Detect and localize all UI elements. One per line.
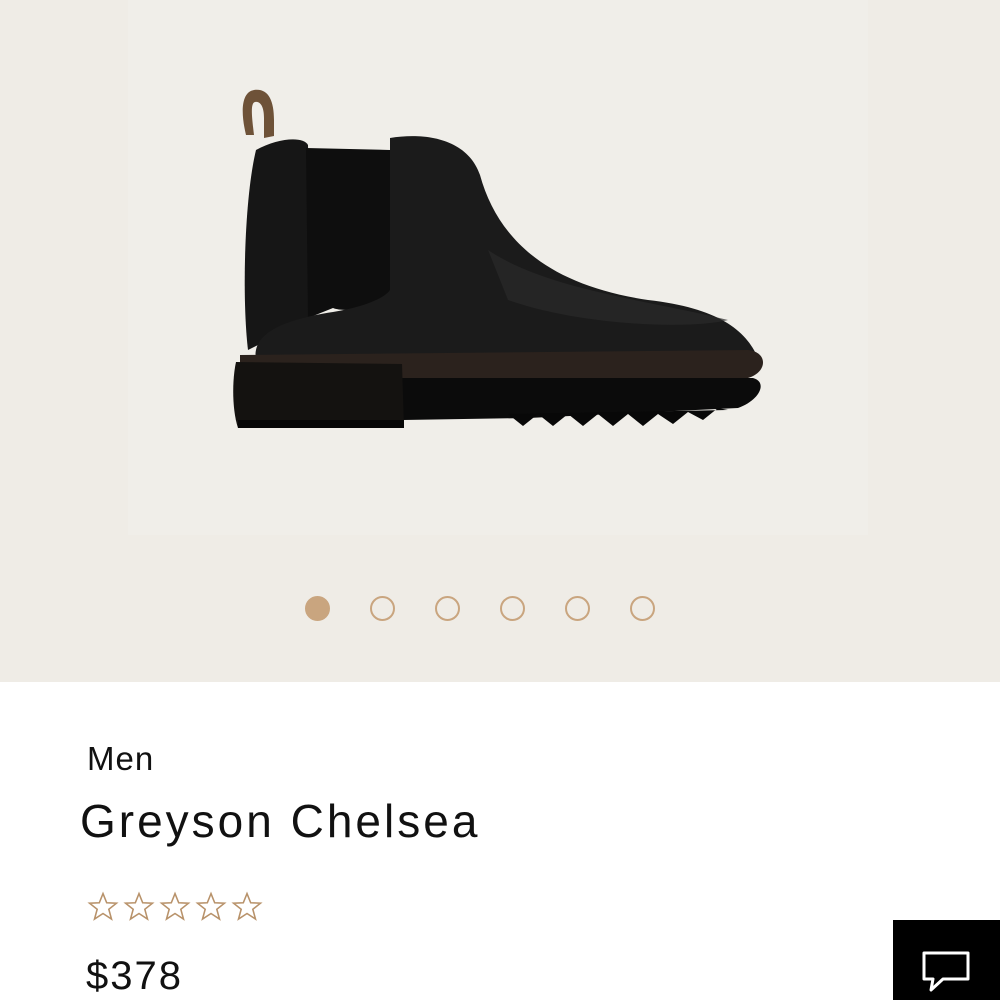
chat-button[interactable] — [893, 920, 1000, 1000]
gallery-dot-4[interactable] — [500, 596, 525, 621]
gallery-pagination — [0, 594, 1000, 626]
gallery-dot-2[interactable] — [370, 596, 395, 621]
boot-illustration — [233, 89, 763, 428]
star-outline-icon — [195, 891, 227, 921]
product-info: Men Greyson Chelsea $378 — [0, 682, 1000, 1000]
product-image[interactable] — [128, 0, 868, 535]
gallery-dot-3[interactable] — [435, 596, 460, 621]
gallery-dot-1[interactable] — [305, 596, 330, 621]
product-title: Greyson Chelsea — [80, 795, 481, 847]
star-outline-icon — [123, 891, 155, 921]
gallery-dot-5[interactable] — [565, 596, 590, 621]
product-price: $378 — [86, 954, 183, 998]
star-outline-icon — [159, 891, 191, 921]
product-category[interactable]: Men — [87, 740, 154, 778]
rating-stars[interactable] — [86, 890, 264, 930]
gallery-dot-6[interactable] — [630, 596, 655, 621]
product-gallery — [0, 0, 1000, 682]
chat-bubble-icon — [922, 951, 970, 992]
star-outline-icon — [87, 891, 119, 921]
star-outline-icon — [231, 891, 263, 921]
